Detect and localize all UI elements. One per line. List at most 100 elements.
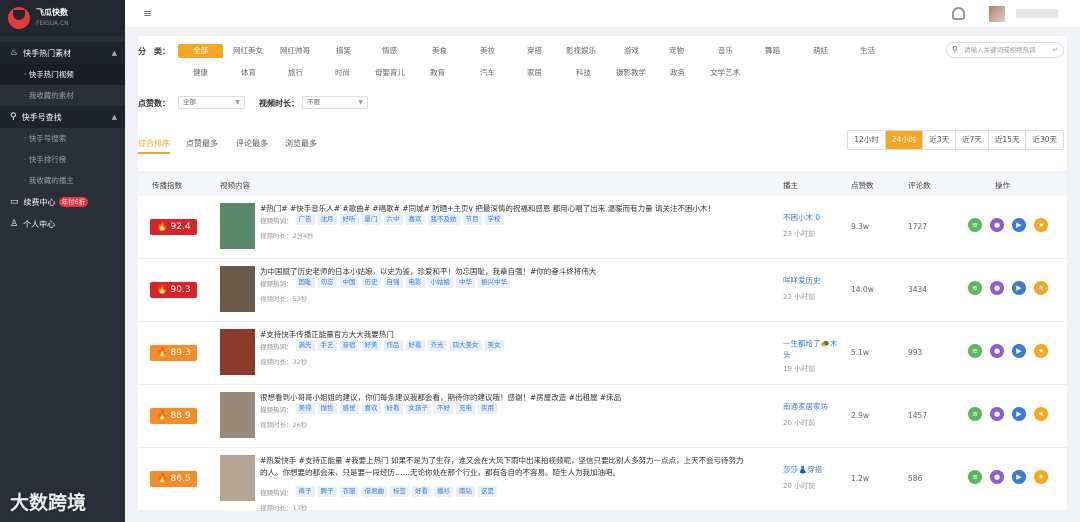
category-item[interactable]: 健康 [193, 66, 208, 80]
hot-word-tag[interactable]: 手艺 [317, 340, 337, 351]
range-12h[interactable]: 12小时 [848, 131, 886, 149]
hot-word-tag[interactable]: 国耻 [295, 277, 315, 288]
category-item[interactable]: 网红美女 [233, 44, 263, 58]
hot-word-tag[interactable]: 好看 [383, 403, 403, 414]
hot-word-tag[interactable]: 音宿 [339, 340, 359, 351]
category-item[interactable]: 摄影教学 [616, 66, 646, 80]
table-row[interactable]: 🔥 92.4 #热门# #快手音乐人# #歌曲# #唱歌# #同城# 防晒+主页v… [138, 196, 1067, 259]
hot-word-tag[interactable]: 好看 [412, 486, 431, 497]
hot-word-tag[interactable]: 沈月 [317, 214, 337, 225]
video-thumbnail[interactable] [220, 203, 255, 249]
hot-word-tag[interactable]: 电影 [405, 277, 425, 288]
category-item[interactable]: 搞笑 [336, 44, 351, 58]
category-item[interactable]: 音乐 [718, 44, 733, 58]
hot-word-tag[interactable]: 播衫 [434, 486, 453, 497]
table-row[interactable]: 🔥 86.5 #热爱快手 #支持正能量 #我要上热门 如果不是为了生存，谁又会在大… [138, 448, 1067, 512]
menu-toggle-icon[interactable]: ≡ [143, 7, 152, 20]
user-icon[interactable]: ● [990, 470, 1004, 484]
tab-comprehensive[interactable]: 综合排序 [138, 138, 170, 149]
user-icon[interactable]: ● [990, 218, 1004, 232]
hot-word-tag[interactable]: 振兴中华 [478, 277, 510, 288]
star-icon[interactable]: ★ [1034, 344, 1048, 358]
detail-icon[interactable]: ≡ [968, 281, 982, 295]
video-thumbnail[interactable] [220, 392, 255, 438]
video-thumbnail[interactable] [220, 455, 255, 501]
tab-most-likes[interactable]: 点赞最多 [186, 138, 218, 149]
logo[interactable]: 飞瓜快数 FEIGUA.CN [0, 0, 125, 36]
range-15d[interactable]: 近15天 [989, 131, 1027, 149]
hot-word-tag[interactable]: 齐光 [427, 340, 447, 351]
sidebar-item-account-search[interactable]: · 快手号搜索 [0, 128, 125, 149]
hot-word-tag[interactable]: 这是 [478, 486, 497, 497]
tab-most-comments[interactable]: 评论最多 [236, 138, 268, 149]
detail-icon[interactable]: ≡ [968, 407, 982, 421]
category-item[interactable]: 网红帅哥 [280, 44, 310, 58]
hot-word-tag[interactable]: 女孩子 [405, 403, 431, 414]
user-icon[interactable]: ● [990, 281, 1004, 295]
hot-word-tag[interactable]: 厦门 [361, 214, 381, 225]
sidebar-item-collected-material[interactable]: · 我收藏的素材 [0, 85, 125, 106]
category-item[interactable]: 文学艺术 [710, 66, 740, 80]
user-icon[interactable]: ● [990, 344, 1004, 358]
hot-word-tag[interactable]: 喜欢 [361, 403, 381, 414]
play-icon[interactable]: ▶ [1012, 407, 1026, 421]
video-thumbnail[interactable] [220, 266, 255, 312]
star-icon[interactable]: ★ [1034, 281, 1048, 295]
range-24h[interactable]: 24小时 [885, 131, 924, 149]
hot-word-tag[interactable]: 抛哲 [317, 403, 337, 414]
hot-word-tag[interactable]: 中国 [339, 277, 359, 288]
hot-word-tag[interactable]: 喜欢 [405, 214, 425, 225]
hot-word-tag[interactable]: 中华 [456, 277, 475, 288]
headset-icon[interactable] [952, 7, 965, 20]
category-item[interactable]: 游戏 [624, 44, 639, 58]
detail-icon[interactable]: ≡ [968, 344, 982, 358]
likes-select[interactable]: 全部 ▼ [178, 96, 245, 109]
play-icon[interactable]: ▶ [1012, 470, 1026, 484]
category-item[interactable]: 舞蹈 [765, 44, 780, 58]
category-item[interactable]: 教育 [430, 66, 445, 80]
hot-word-tag[interactable]: 不好 [434, 403, 453, 414]
category-item[interactable]: 政务 [670, 66, 685, 80]
category-item[interactable]: 穿搭 [527, 44, 542, 58]
hot-word-tag[interactable]: 充电 [456, 403, 475, 414]
menu-account-search[interactable]: ⚲ 快手号查找 ▲ [0, 106, 125, 128]
duration-select[interactable]: 不限 ▼ [302, 96, 368, 109]
category-item[interactable]: 全部 [178, 44, 223, 58]
detail-icon[interactable]: ≡ [968, 470, 982, 484]
hot-word-tag[interactable]: 衣服 [339, 486, 359, 497]
hot-word-tag[interactable]: 广告 [295, 214, 315, 225]
hot-word-tag[interactable]: 节目 [462, 214, 482, 225]
hot-word-tag[interactable]: 作品 [383, 340, 403, 351]
video-thumbnail[interactable] [220, 329, 255, 375]
play-icon[interactable]: ▶ [1012, 218, 1026, 232]
star-icon[interactable]: ★ [1034, 470, 1048, 484]
star-icon[interactable]: ★ [1034, 407, 1048, 421]
category-item[interactable]: 美妆 [480, 44, 495, 58]
tab-most-views[interactable]: 浏览最多 [285, 138, 317, 149]
hot-word-tag[interactable]: 美得 [295, 403, 315, 414]
category-item[interactable]: 影视娱乐 [566, 44, 596, 58]
hot-word-tag[interactable]: 好看 [405, 340, 425, 351]
range-3d[interactable]: 近3天 [923, 131, 957, 149]
anchor-name[interactable]: 不困小木 0 [783, 212, 838, 223]
detail-icon[interactable]: ≡ [968, 218, 982, 232]
hot-word-tag[interactable]: 美女 [484, 340, 504, 351]
menu-profile[interactable]: ♙ 个人中心 [0, 213, 125, 235]
table-row[interactable]: 🔥 88.9 很想看到小哥哥小姐姐的建议，你们每条建议我都会看，期待你的建议哦！感… [138, 385, 1067, 448]
hot-word-tag[interactable]: 勿忘 [317, 277, 337, 288]
category-item[interactable]: 萌娃 [813, 44, 828, 58]
anchor-name[interactable]: 一生都给了🐢木头 [783, 338, 838, 360]
play-icon[interactable]: ▶ [1012, 344, 1026, 358]
hot-word-tag[interactable]: 好美 [361, 340, 381, 351]
range-30d[interactable]: 近30天 [1026, 131, 1063, 149]
video-title[interactable]: #热爱快手 #支持正能量 #我要上热门 如果不是为了生存，谁又会在大风下雨中出来… [260, 455, 750, 479]
hot-word-tag[interactable]: 我不及妨 [427, 214, 460, 225]
category-item[interactable]: 旅行 [288, 66, 303, 80]
hot-word-tag[interactable]: 自强 [383, 277, 403, 288]
hot-word-tag[interactable]: 标签 [390, 486, 409, 497]
menu-hot-material[interactable]: ♨ 快手热门素材 ▲ [0, 42, 125, 64]
category-item[interactable]: 家居 [527, 66, 542, 80]
category-item[interactable]: 生活 [860, 44, 875, 58]
sidebar-item-collected-anchors[interactable]: · 我收藏的播主 [0, 170, 125, 191]
range-7d[interactable]: 近7天 [956, 131, 989, 149]
